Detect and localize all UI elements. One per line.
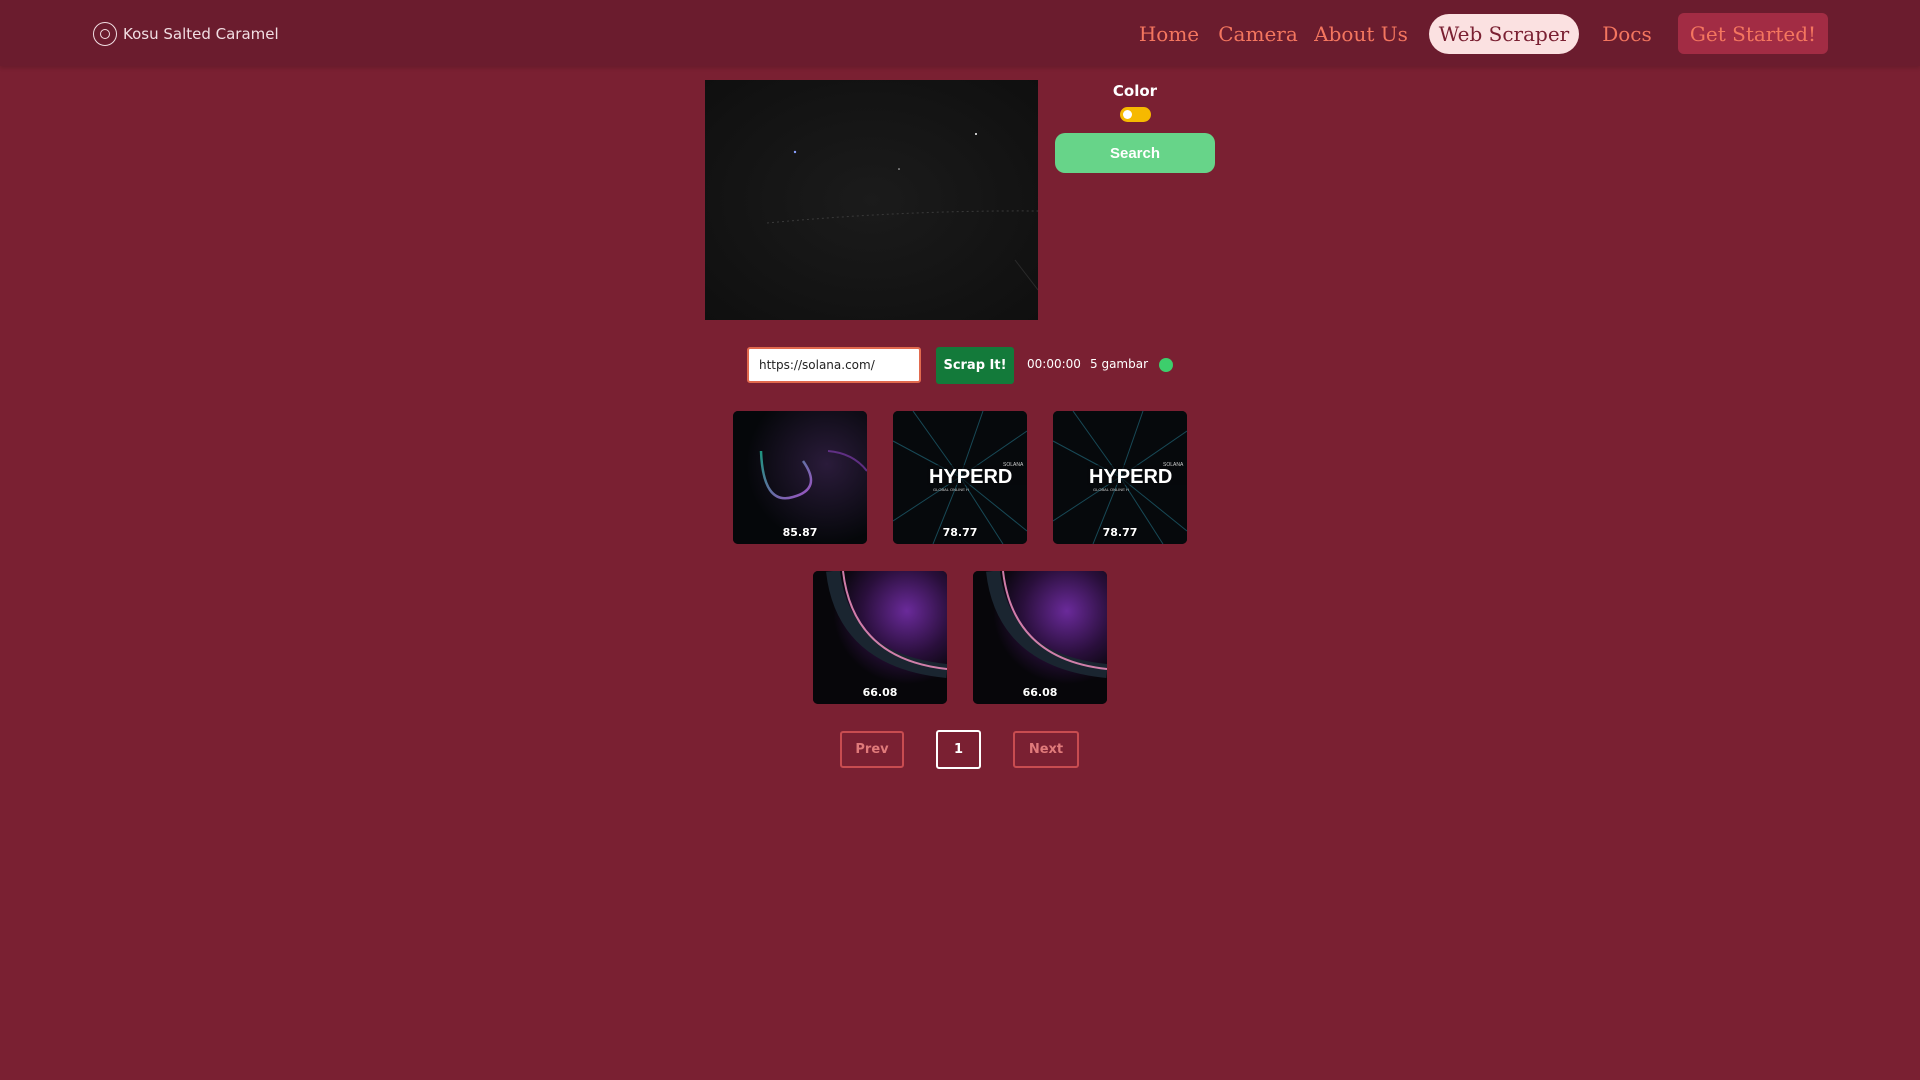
aurora-arc-image [733,411,867,544]
svg-text:SOLANA: SOLANA [1163,462,1184,468]
thumbnail-score: 66.08 [1022,686,1058,699]
thumbnail-score: 66.08 [862,686,898,699]
svg-text:GLOBAL ONLINE H: GLOBAL ONLINE H [933,487,969,492]
svg-text:SOLANA: SOLANA [1003,462,1024,468]
result-thumbnail[interactable]: HYPERD GLOBAL ONLINE H SOLANA 78.77 [1053,411,1187,544]
next-page-button[interactable]: Next [1013,731,1079,768]
camera-feed-image [766,133,1038,291]
nav-home-link[interactable]: Home [1139,14,1199,54]
camera-feed [705,80,1038,320]
nav-docs-link[interactable]: Docs [1602,14,1652,54]
hyperdrive-banner-image: HYPERD GLOBAL ONLINE H SOLANA [893,411,1027,544]
svg-text:GLOBAL ONLINE H: GLOBAL ONLINE H [1093,487,1129,492]
scrape-timer: 00:00:00 [1027,357,1081,371]
url-input[interactable] [747,347,921,383]
result-thumbnail[interactable]: HYPERD GLOBAL ONLINE H SOLANA 78.77 [893,411,1027,544]
thumbnail-score: 78.77 [1102,526,1138,539]
result-thumbnail[interactable]: 66.08 [813,571,947,704]
get-started-button[interactable]: Get Started! [1678,13,1828,54]
toggle-knob [1123,110,1132,119]
nav-camera-link[interactable]: Camera [1218,14,1298,54]
purple-eclipse-image [813,571,947,704]
result-thumbnail[interactable]: 85.87 [733,411,867,544]
thumbnail-score: 78.77 [942,526,978,539]
search-button[interactable]: Search [1055,133,1215,173]
thumbnail-score: 85.87 [782,526,818,539]
page-number-button[interactable]: 1 [936,730,981,769]
result-thumbnail[interactable]: 66.08 [973,571,1107,704]
prev-page-button[interactable]: Prev [840,731,904,768]
svg-text:HYPERD: HYPERD [929,466,1012,488]
hyperdrive-banner-image: HYPERD GLOBAL ONLINE H SOLANA [1053,411,1187,544]
image-count: 5 gambar [1090,357,1149,371]
navbar: Kosu Salted Caramel Home Camera About Us… [0,0,1920,66]
nav-about-link[interactable]: About Us [1314,14,1408,54]
color-label: Color [1112,82,1158,100]
nav-links: Home Camera About Us Web Scraper Docs Ge… [0,13,1920,54]
color-toggle[interactable] [1120,107,1151,122]
svg-text:HYPERD: HYPERD [1089,466,1172,488]
status-indicator [1159,358,1173,372]
nav-web-scraper-link[interactable]: Web Scraper [1429,14,1579,54]
purple-eclipse-image [973,571,1107,704]
scrap-it-button[interactable]: Scrap It! [936,347,1014,384]
